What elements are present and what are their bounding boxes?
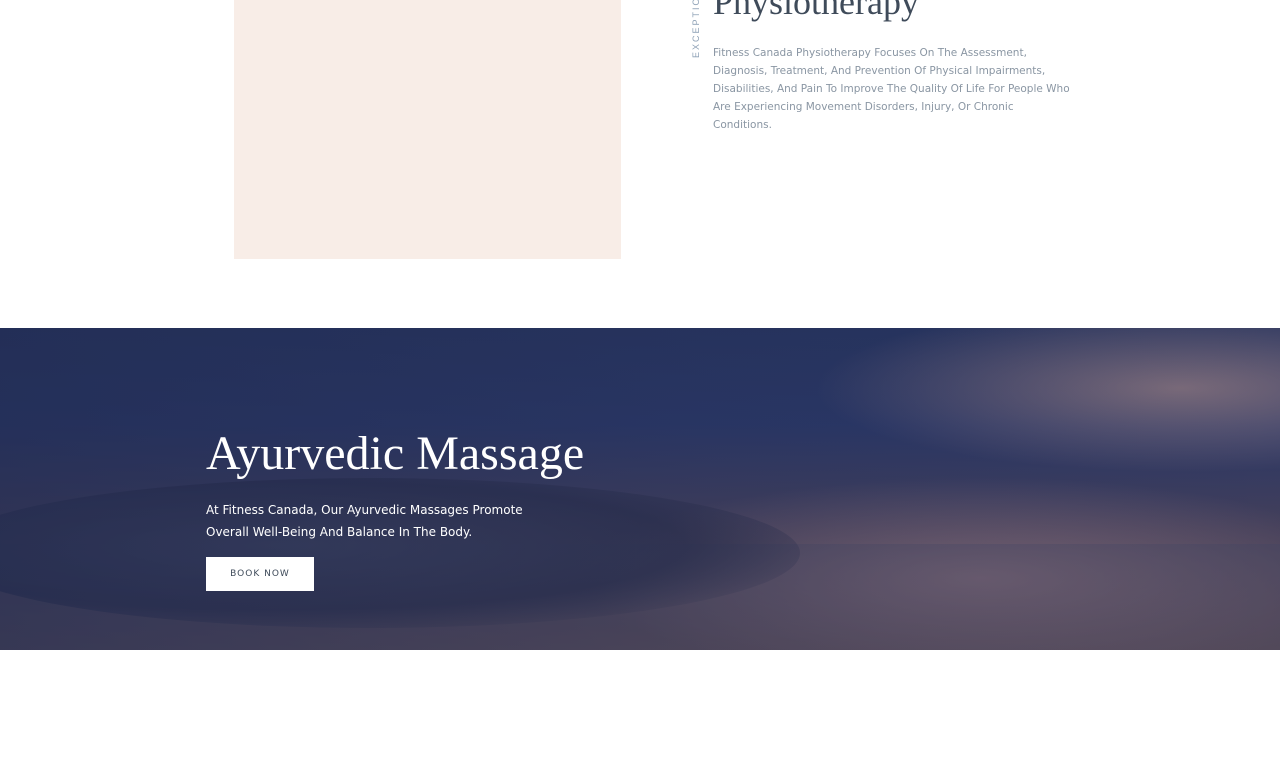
section-title: Physiotherapy [713,0,919,22]
book-now-button[interactable]: BOOK NOW [206,557,314,591]
page: EXCEPTION Physiotherapy Fitness Canada P… [0,0,1280,768]
section-description: Fitness Canada Physiotherapy Focuses On … [713,47,1070,131]
hero-description: At Fitness Canada, Our Ayurvedic Massage… [206,503,523,539]
hero-title: Ayurvedic Massage [206,427,585,480]
section-eyebrow-text: EXCEPTION [691,0,701,58]
section-eyebrow: EXCEPTION [688,0,704,60]
hero-banner: Ayurvedic Massage At Fitness Canada, Our… [0,328,1280,650]
service-image [234,0,621,259]
hero-background-image [0,328,1280,650]
